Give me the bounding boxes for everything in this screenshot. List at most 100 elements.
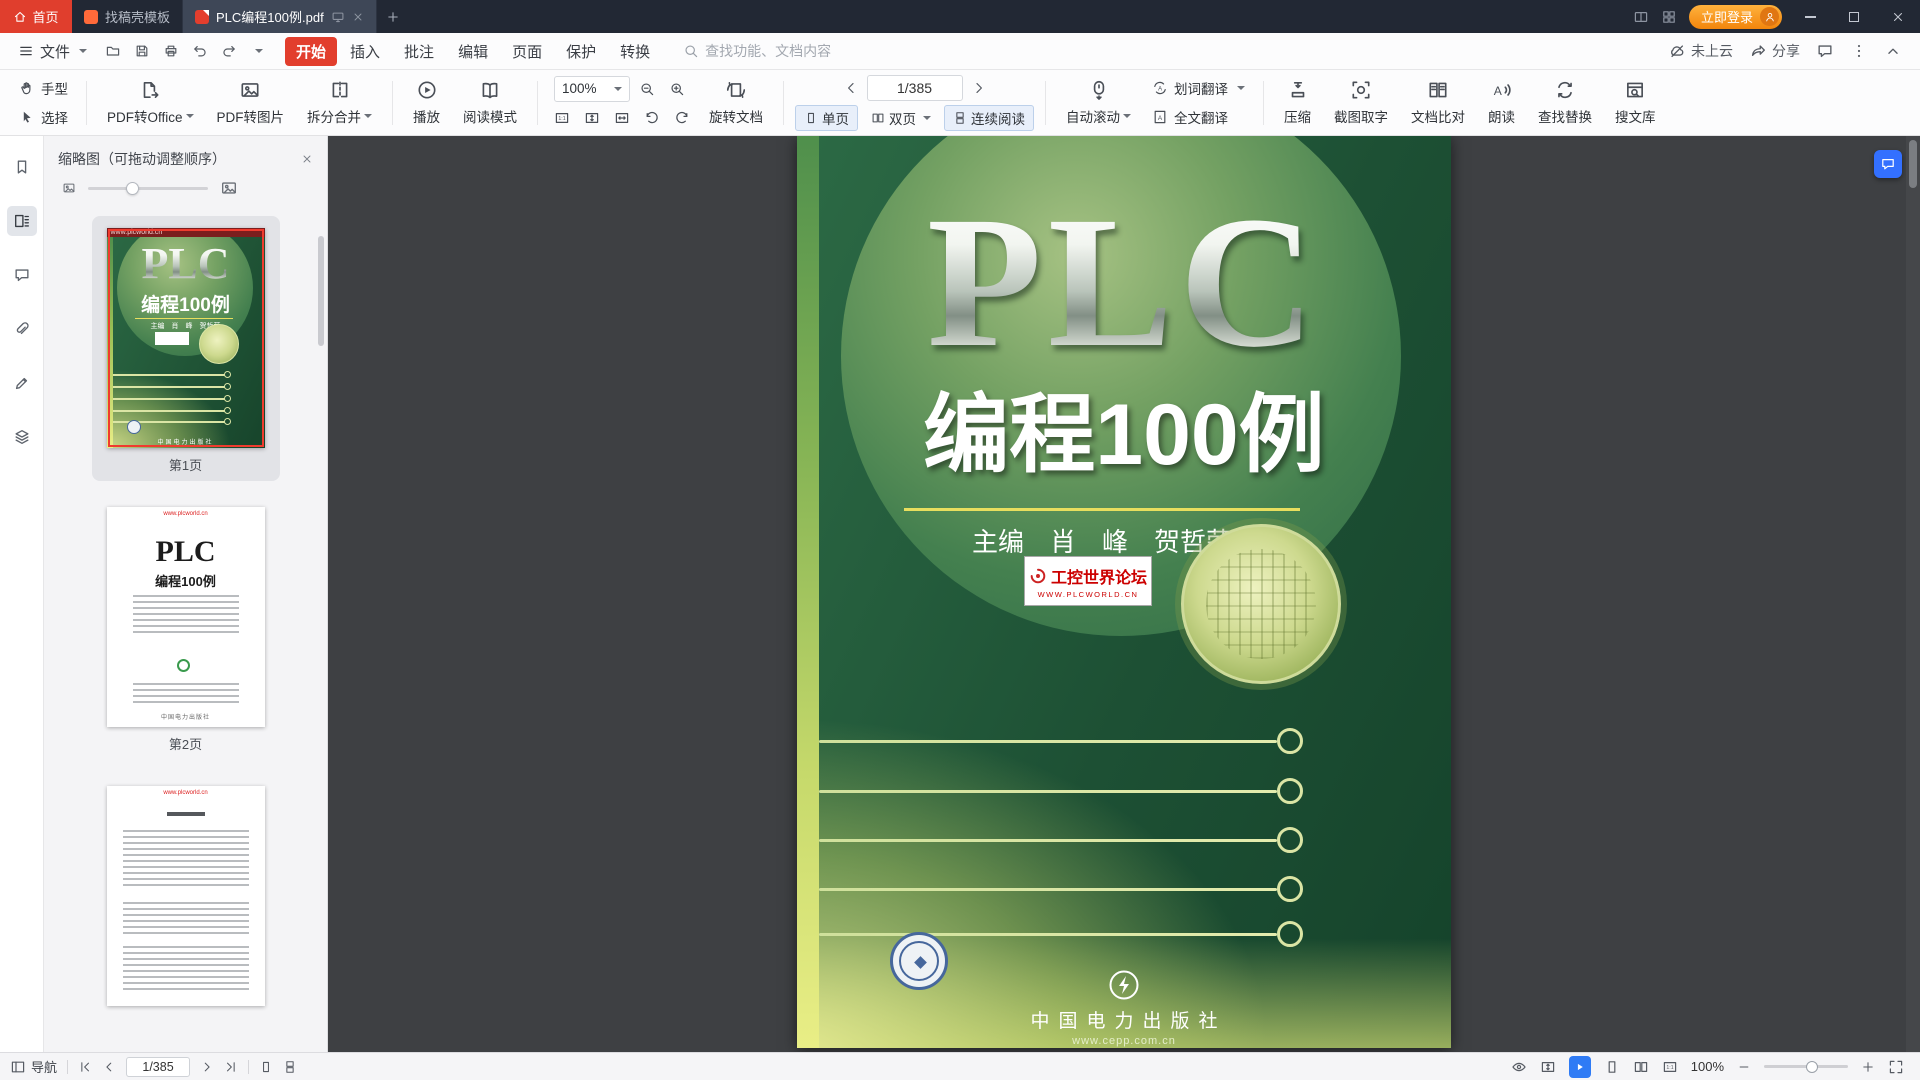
search-library-button[interactable]: 搜文库 xyxy=(1606,74,1665,132)
read-mode-button[interactable]: 阅读模式 xyxy=(454,74,526,132)
next-page-icon[interactable] xyxy=(200,1060,214,1074)
minimize-button[interactable] xyxy=(1794,0,1826,33)
zoom-in-button[interactable] xyxy=(664,77,690,101)
menu-tab-annotate[interactable]: 批注 xyxy=(393,37,445,66)
home-button[interactable]: 首页 xyxy=(0,0,72,33)
full-translate-button[interactable]: 全文翻译 xyxy=(1145,104,1252,130)
slideshow-play-button[interactable] xyxy=(1569,1056,1591,1078)
next-page-icon[interactable] xyxy=(971,80,987,96)
undo-button[interactable] xyxy=(186,38,213,65)
apps-grid-icon[interactable] xyxy=(1661,9,1677,25)
thumbnail-page-3[interactable]: www.plcworld.cn xyxy=(92,774,280,1010)
first-page-icon[interactable] xyxy=(78,1060,92,1074)
prev-page-icon[interactable] xyxy=(102,1060,116,1074)
actual-size-button[interactable] xyxy=(549,106,575,130)
hand-tool-button[interactable]: 手型 xyxy=(12,75,75,101)
fit-width-icon xyxy=(614,110,630,126)
rotate-doc-button[interactable]: 旋转文档 xyxy=(700,74,772,132)
zoom-slider[interactable] xyxy=(1764,1065,1848,1068)
continuous-read-button[interactable]: 连续阅读 xyxy=(944,105,1034,131)
signature-panel-button[interactable] xyxy=(7,368,37,398)
redo-button[interactable] xyxy=(215,38,242,65)
zoom-out-button[interactable] xyxy=(634,77,660,101)
single-page-icon[interactable] xyxy=(259,1060,273,1074)
tab-pdf-active[interactable]: PLC编程100例.pdf xyxy=(183,0,377,33)
thumbnail-page-1[interactable]: www.plcworld.cn PLC 编程100例 主编 肖 峰 贺哲荣 xyxy=(92,216,280,481)
new-tab-button[interactable] xyxy=(377,0,409,33)
page-number-input[interactable] xyxy=(867,75,963,101)
prev-page-icon[interactable] xyxy=(843,80,859,96)
attachments-panel-button[interactable] xyxy=(7,314,37,344)
select-tool-button[interactable]: 选择 xyxy=(12,104,75,130)
outline-panel-button[interactable] xyxy=(7,152,37,182)
menu-tab-convert[interactable]: 转换 xyxy=(609,37,661,66)
double-page-icon[interactable] xyxy=(1633,1059,1649,1075)
find-replace-button[interactable]: 查找替换 xyxy=(1529,74,1601,132)
thumbnail-page-2[interactable]: www.plcworld.cn PLC 编程100例 中国电力出版社 第2页 xyxy=(92,495,280,760)
share-button[interactable]: 分享 xyxy=(1749,41,1800,61)
panel-close-icon[interactable] xyxy=(301,153,313,165)
open-file-button[interactable] xyxy=(99,38,126,65)
split-screen-icon[interactable] xyxy=(1633,9,1649,25)
continuous-icon[interactable] xyxy=(283,1060,297,1074)
menu-tab-start[interactable]: 开始 xyxy=(285,37,337,66)
pdf-to-image-button[interactable]: PDF转图片 xyxy=(208,74,294,132)
zoom-in-icon[interactable] xyxy=(1861,1060,1875,1074)
thumbnail-size-slider[interactable] xyxy=(88,187,208,190)
comment-icon[interactable] xyxy=(1816,42,1834,60)
navigation-toggle[interactable]: 导航 xyxy=(10,1057,57,1076)
menu-tab-page[interactable]: 页面 xyxy=(501,37,553,66)
menu-tab-edit[interactable]: 编辑 xyxy=(447,37,499,66)
layers-panel-button[interactable] xyxy=(7,422,37,452)
read-aloud-button[interactable]: 朗读 xyxy=(1479,74,1524,132)
zoom-out-icon[interactable] xyxy=(1737,1060,1751,1074)
compress-button[interactable]: 压缩 xyxy=(1275,74,1320,132)
fit-page-icon[interactable] xyxy=(1540,1059,1556,1075)
doc-compare-button[interactable]: 文档比对 xyxy=(1402,74,1474,132)
floating-assistant-button[interactable] xyxy=(1874,150,1902,178)
zoom-select[interactable]: 100% xyxy=(554,76,630,102)
zoom-slider-knob[interactable] xyxy=(1806,1061,1818,1073)
search-box[interactable] xyxy=(683,43,875,59)
slider-knob[interactable] xyxy=(126,182,139,195)
actual-size-icon[interactable] xyxy=(1662,1059,1678,1075)
rotate-right-button[interactable] xyxy=(669,106,695,130)
customize-quickbar-button[interactable] xyxy=(244,38,271,65)
status-page-input[interactable] xyxy=(126,1057,190,1077)
scrollbar-thumb[interactable] xyxy=(1909,140,1917,188)
tab-close-icon[interactable] xyxy=(352,11,364,23)
tab-template[interactable]: 找稿壳模板 xyxy=(72,0,183,33)
search-input[interactable] xyxy=(705,43,875,59)
thumbnails-panel-button[interactable] xyxy=(7,206,37,236)
print-button[interactable] xyxy=(157,38,184,65)
screenshot-ocr-button[interactable]: 截图取字 xyxy=(1325,74,1397,132)
word-translate-button[interactable]: 划词翻译 xyxy=(1145,75,1252,101)
fit-page-button[interactable] xyxy=(579,106,605,130)
eye-protect-icon[interactable] xyxy=(1511,1059,1527,1075)
file-menu[interactable]: 文件 xyxy=(10,41,95,62)
screen-cast-icon[interactable] xyxy=(331,10,345,24)
more-options-icon[interactable] xyxy=(1850,42,1868,60)
menu-tab-insert[interactable]: 插入 xyxy=(339,37,391,66)
pdf-to-office-button[interactable]: PDF转Office xyxy=(98,74,203,132)
cloud-status[interactable]: 未上云 xyxy=(1668,41,1733,61)
auto-scroll-button[interactable]: 自动滚动 xyxy=(1057,74,1140,132)
last-page-icon[interactable] xyxy=(224,1060,238,1074)
menu-tab-protect[interactable]: 保护 xyxy=(555,37,607,66)
rotate-left-button[interactable] xyxy=(639,106,665,130)
collapse-ribbon-icon[interactable] xyxy=(1884,42,1902,60)
close-button[interactable] xyxy=(1882,0,1914,33)
comments-panel-button[interactable] xyxy=(7,260,37,290)
play-button[interactable]: 播放 xyxy=(404,74,449,132)
viewer-scrollbar[interactable] xyxy=(1906,136,1920,1052)
maximize-button[interactable] xyxy=(1838,0,1870,33)
fullscreen-icon[interactable] xyxy=(1888,1059,1904,1075)
save-button[interactable] xyxy=(128,38,155,65)
login-button[interactable]: 立即登录 xyxy=(1689,5,1782,29)
fit-width-button[interactable] xyxy=(609,106,635,130)
single-page-button[interactable]: 单页 xyxy=(795,105,858,131)
single-page-icon[interactable] xyxy=(1604,1059,1620,1075)
split-merge-button[interactable]: 拆分合并 xyxy=(298,74,381,132)
panel-scrollbar[interactable] xyxy=(318,236,324,346)
double-page-button[interactable]: 双页 xyxy=(862,105,940,131)
